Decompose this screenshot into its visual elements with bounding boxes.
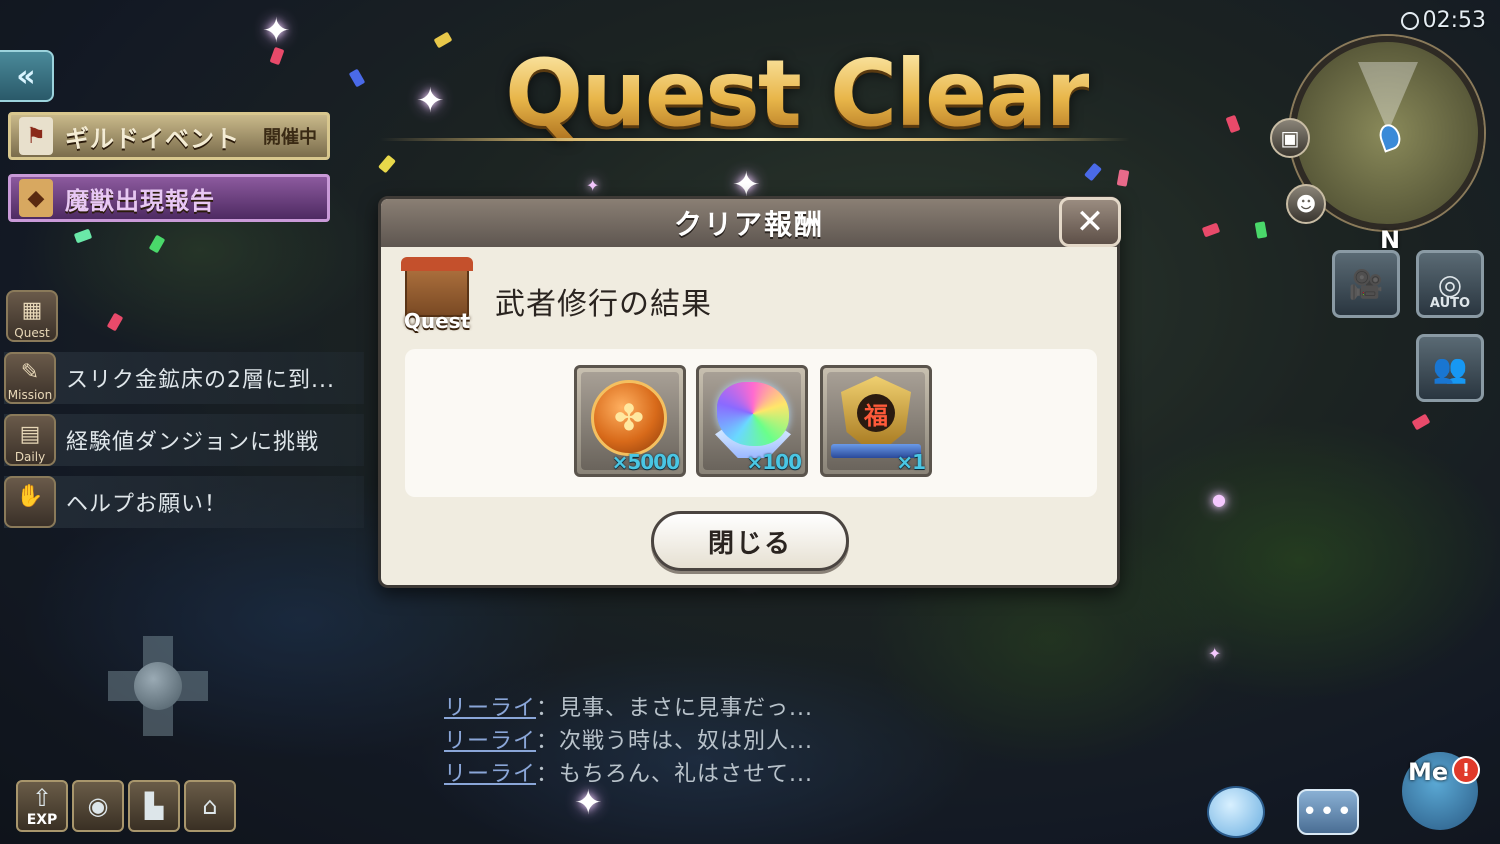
reward-quantity: ×100 xyxy=(746,450,802,474)
chat-text: ：見事、まさに見事だっ... xyxy=(536,696,813,721)
gold-boost-button[interactable]: ◉ xyxy=(72,780,124,832)
daily-icon: ▤ Daily xyxy=(4,414,56,466)
gold-coin-icon: ✤ xyxy=(591,380,667,456)
chat-line: リーライ：見事、まさに見事だっ... xyxy=(444,692,813,725)
clock-icon xyxy=(1400,11,1419,30)
sparkle-icon: ● xyxy=(1212,490,1226,509)
pet-button[interactable]: ☻ xyxy=(1286,184,1326,224)
sparkle-icon: ✦ xyxy=(416,81,445,121)
task-text: 経験値ダンジョンに挑戦 xyxy=(66,430,320,455)
speech-bubble-icon: ••• xyxy=(1297,789,1359,835)
coin-up-icon: ◉ xyxy=(87,792,109,820)
smiley-icon xyxy=(1207,786,1265,838)
chat-line: リーライ：次戦う時は、奴は別人... xyxy=(444,725,813,758)
clock-time: 02:53 xyxy=(1422,8,1486,33)
map-toggle-button[interactable]: ▣ xyxy=(1270,118,1310,158)
exp-label: EXP xyxy=(26,812,58,828)
rainbow-gem-icon xyxy=(717,382,789,446)
me-menu-button[interactable]: Me ! xyxy=(1392,742,1490,840)
task-text: ヘルプお願い！ xyxy=(66,492,228,517)
quest-name: 武者修行の結果 xyxy=(495,287,712,322)
guild-flag-icon: ⚑ xyxy=(19,117,53,155)
beast-head-icon: ◆ xyxy=(19,179,53,217)
me-label: Me xyxy=(1408,758,1449,786)
chat-speaker[interactable]: リーライ xyxy=(444,696,536,721)
joystick-knob[interactable] xyxy=(134,662,182,710)
chat-speaker[interactable]: リーライ xyxy=(444,762,536,787)
virtual-joystick[interactable] xyxy=(108,636,208,736)
boots-button[interactable]: ▙ xyxy=(128,780,180,832)
auto-label: AUTO xyxy=(1429,296,1471,311)
sparkle-icon: ✦ xyxy=(586,176,600,195)
guild-event-label: ギルドイベント xyxy=(65,124,240,153)
reward-item[interactable]: ×100 xyxy=(696,365,808,477)
task-row-daily[interactable]: ▤ Daily 経験値ダンジョンに挑戦 xyxy=(4,414,364,466)
handshake-icon: ✋ xyxy=(4,476,56,528)
party-group-icon: 👥 xyxy=(1432,351,1468,385)
reward-list: ✤ ×5000 ×100 福 ×1 xyxy=(405,349,1097,497)
task-text: スリク金鉱床の2層に到... xyxy=(66,368,335,393)
chat-text: ：次戦う時は、奴は別人... xyxy=(536,729,813,754)
task-row-help[interactable]: ✋ ヘルプお願い！ xyxy=(4,476,364,528)
guild-event-status: 開催中 xyxy=(263,127,317,148)
reward-item[interactable]: 福 ×1 xyxy=(820,365,932,477)
mission-icon: ✎ Mission xyxy=(4,352,56,404)
view-cone xyxy=(1358,62,1418,132)
auto-button[interactable]: ◎ AUTO xyxy=(1416,250,1484,318)
chat-speaker[interactable]: リーライ xyxy=(444,729,536,754)
beast-report-label: 魔獣出現報告 xyxy=(65,186,215,215)
quest-house-icon: ▦ xyxy=(21,298,43,323)
title-underline xyxy=(380,138,1130,141)
camera-button[interactable]: 🎥 xyxy=(1332,250,1400,318)
boot-icon: ▙ xyxy=(144,792,164,820)
cage-button[interactable]: ⌂ xyxy=(184,780,236,832)
map-icon: ▣ xyxy=(1280,126,1300,150)
quest-log-button[interactable]: ▦ Quest xyxy=(6,290,58,342)
up-arrow-icon: ⇧ xyxy=(31,784,53,812)
chat-log: リーライ：見事、まさに見事だっ... リーライ：次戦う時は、奴は別人... リー… xyxy=(444,692,813,791)
player-marker-icon xyxy=(1376,121,1404,153)
sparkle-icon: ✦ xyxy=(262,11,291,51)
exp-boost-button[interactable]: ⇧ EXP xyxy=(16,780,68,832)
guild-event-banner[interactable]: ⚑ ギルドイベント 開催中 xyxy=(8,112,330,160)
reward-item[interactable]: ✤ ×5000 xyxy=(574,365,686,477)
beast-report-banner[interactable]: ◆ 魔獣出現報告 xyxy=(8,174,330,222)
pet-face-icon: ☻ xyxy=(1295,192,1317,216)
cage-icon: ⌂ xyxy=(202,792,218,820)
task-row-mission[interactable]: ✎ Mission スリク金鉱床の2層に到... xyxy=(4,352,364,404)
clock: 02:53 xyxy=(1400,8,1486,33)
alert-badge: ! xyxy=(1452,756,1480,784)
back-button[interactable]: « xyxy=(0,50,54,102)
sparkle-icon: ✦ xyxy=(1208,644,1222,663)
dialog-close-x-button[interactable]: ✕ xyxy=(1059,197,1121,247)
chat-line: リーライ：もちろん、礼はさせて... xyxy=(444,758,813,791)
quest-log-label: Quest xyxy=(14,326,50,340)
chat-text: ：もちろん、礼はさせて... xyxy=(536,762,813,787)
video-camera-icon: 🎥 xyxy=(1348,267,1384,301)
sparkle-icon: ✦ xyxy=(574,783,603,823)
clear-reward-dialog: クリア報酬 ✕ Quest 武者修行の結果 ✤ ×5000 ×100 福 ×1 … xyxy=(378,196,1121,588)
dialog-header: クリア報酬 xyxy=(381,199,1117,247)
party-button[interactable]: 👥 xyxy=(1416,334,1484,402)
quest-badge-icon: Quest xyxy=(401,257,473,333)
quest-clear-title: Quest Clear xyxy=(505,40,1091,147)
close-icon: ✕ xyxy=(1075,202,1105,242)
double-chevron-left-icon: « xyxy=(16,58,36,94)
reward-quantity: ×1 xyxy=(896,450,926,474)
chat-button[interactable]: ••• xyxy=(1294,780,1362,844)
dialog-title: クリア報酬 xyxy=(673,208,824,241)
close-button[interactable]: 閉じる xyxy=(651,511,849,571)
reward-quantity: ×5000 xyxy=(611,450,680,474)
emote-button[interactable] xyxy=(1202,780,1270,844)
